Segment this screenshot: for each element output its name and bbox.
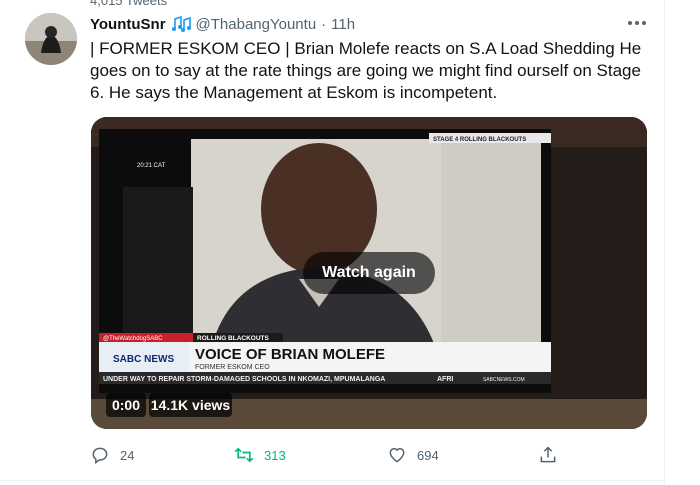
screen-subheadline: FORMER ESKOM CEO [195,364,270,371]
retweet-button[interactable]: 313 [234,440,286,470]
screen-ticker: UNDER WAY TO REPAIR STORM-DAMAGED SCHOOL… [103,376,385,383]
tweet-count: 4,015 Tweets [90,0,168,8]
screen-ticker-tag: AFRI [437,376,453,383]
tweet-divider [0,480,664,481]
tweet-header: YountuSnr @ThabangYountu · 11h [90,13,355,35]
timeline-border [664,0,665,485]
retweet-count: 313 [264,447,286,463]
like-button[interactable]: 694 [387,440,439,470]
watch-again-button[interactable]: Watch again [303,252,435,294]
reply-button[interactable]: 24 [90,440,134,470]
screen-channel-logo: SABC NEWS [113,354,174,365]
reply-icon [92,447,108,464]
screen-twitter-tag: @TheWatchdogSABC [103,336,163,342]
reply-count: 24 [120,447,135,463]
video-views: 14.1K views [149,393,232,417]
tweet-actions: 24 313 694 [90,440,660,470]
tweet-text: | FORMER ESKOM CEO | Brian Molefe reacts… [90,39,642,102]
screen-ticker-site: SABCNEWS.COM [483,377,525,383]
screen-clock: 20:21 CAT [137,163,166,169]
heart-icon [389,448,405,463]
share-button[interactable] [538,440,568,470]
video-duration: 0:00 [106,393,146,417]
retweet-icon [234,447,254,463]
avatar[interactable] [25,13,77,65]
share-icon [540,446,556,463]
like-count: 694 [417,447,439,463]
separator-dot: · [321,15,327,33]
author-name[interactable]: YountuSnr [90,16,166,33]
more-icon[interactable] [624,14,650,32]
tweet-time[interactable]: 11h [331,16,355,33]
screen-strap-label: ROLLING BLACKOUTS [197,335,270,342]
music-notes-icon [171,15,191,33]
author-handle[interactable]: @ThabangYountu [196,16,317,33]
screen-banner: STAGE 4 ROLLING BLACKOUTS [433,137,526,143]
previous-header-strip: 4,015 Tweets [0,0,700,14]
screen-headline: VOICE OF BRIAN MOLEFE [195,346,385,363]
